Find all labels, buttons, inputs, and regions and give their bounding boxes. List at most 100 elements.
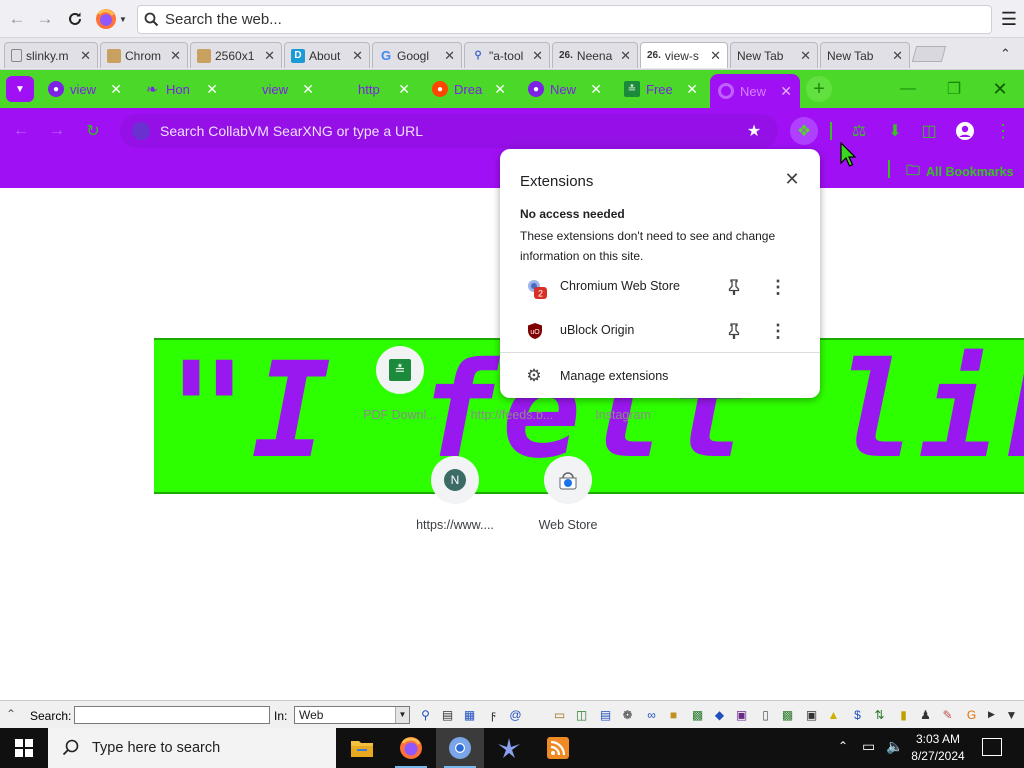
close-icon[interactable]: ✕ <box>590 81 602 98</box>
chromium-tab[interactable]: ❧ Hon ✕ <box>136 74 226 104</box>
rss-feed-icon[interactable] <box>534 728 582 768</box>
chromium-tab[interactable]: ● view ✕ <box>40 74 130 104</box>
close-icon[interactable]: ✕ <box>352 48 363 64</box>
taskbar-search-box[interactable]: Type here to search <box>48 728 336 768</box>
firefox-url-bar[interactable]: Search the web... <box>137 5 992 34</box>
battery-icon[interactable]: ▮ <box>896 707 911 722</box>
shortcut-tile[interactable]: Web Store <box>513 456 623 532</box>
butterfly-icon[interactable]: ❁ <box>620 707 635 722</box>
shortcut-tile[interactable]: N https://www.... <box>400 456 510 532</box>
minimize-icon[interactable]: — <box>896 78 920 100</box>
manage-extensions-button[interactable]: ⚙ Manage extensions <box>500 361 820 391</box>
more-options-icon[interactable]: ⋮ <box>768 319 788 343</box>
close-icon[interactable]: ✕ <box>302 81 314 98</box>
firefox-tab[interactable]: New Tab ✕ <box>730 42 818 68</box>
speaker-muted-icon[interactable]: 🔈 <box>886 738 903 755</box>
close-icon[interactable]: ✕ <box>800 48 811 64</box>
firefox-tab[interactable]: New Tab ✕ <box>820 42 910 68</box>
restore-icon[interactable]: ❐ <box>942 78 966 100</box>
chromium-tab[interactable]: ● New ✕ <box>520 74 610 104</box>
close-icon[interactable]: ✕ <box>444 48 455 64</box>
reload-icon[interactable]: ↻ <box>82 120 104 142</box>
back-arrow-icon[interactable]: ← <box>6 8 28 30</box>
pin-icon[interactable] <box>724 321 744 341</box>
chromium-taskbar-icon[interactable] <box>436 728 484 768</box>
close-icon[interactable]: ✕ <box>686 81 698 98</box>
new-tab-button[interactable] <box>911 46 947 62</box>
diamond-icon[interactable]: ◆ <box>712 707 727 722</box>
folder-icon[interactable]: ▭ <box>552 707 567 722</box>
firefox-tab-active[interactable]: 26. view-s ✕ <box>640 42 728 68</box>
windows-start-icon[interactable] <box>0 728 48 768</box>
close-icon[interactable]: ✕ <box>264 48 275 64</box>
close-icon[interactable]: ✕ <box>80 48 91 64</box>
chromium-tab[interactable]: view ✕ <box>232 74 322 104</box>
close-icon[interactable]: ✕ <box>398 81 410 98</box>
hamburger-menu-icon[interactable]: ☰ <box>998 8 1020 30</box>
shortcut-tile[interactable]: ≛ PDF Downl... <box>345 346 455 422</box>
chevron-right-icon[interactable]: ▶ <box>984 707 999 722</box>
close-icon[interactable]: ✕ <box>710 48 721 64</box>
close-icon[interactable]: ✕ <box>620 48 631 64</box>
document-icon[interactable]: ▤ <box>440 707 455 722</box>
shopping-icon[interactable]: ■ <box>666 707 681 722</box>
book-icon[interactable]: ▣ <box>804 707 819 722</box>
chevron-up-icon[interactable]: ⌃ <box>6 707 16 721</box>
scroll-arrow-icon[interactable]: ▼ <box>1004 707 1019 722</box>
pencil-icon[interactable]: ✎ <box>940 707 955 722</box>
jar-icon[interactable]: ▯ <box>758 707 773 722</box>
back-arrow-icon[interactable]: ← <box>10 120 32 142</box>
firefox-tab[interactable]: slinky.m ✕ <box>4 42 98 68</box>
close-icon[interactable]: ✕ <box>110 81 122 98</box>
chevron-up-icon[interactable]: ⌃ <box>838 739 848 753</box>
pin-icon[interactable] <box>724 277 744 297</box>
bird-app-icon[interactable] <box>485 728 533 768</box>
firefox-tab[interactable]: 2560x1 ✕ <box>190 42 282 68</box>
close-icon[interactable]: ✕ <box>782 169 802 189</box>
extension-item-ublock-origin[interactable]: uO uBlock Origin ⋮ <box>500 311 820 351</box>
dollar-icon[interactable]: $ <box>850 707 865 722</box>
bookmark-star-icon[interactable]: ★ <box>743 120 765 142</box>
chromium-tab-active[interactable]: New ✕ <box>710 74 800 108</box>
lightning-icon[interactable]: ϝ <box>486 707 501 722</box>
firefox-tab[interactable]: ⚲ "a-tool ✕ <box>464 42 550 68</box>
camera-icon[interactable]: ◫ <box>574 707 589 722</box>
image-search-icon[interactable]: ▦ <box>462 707 477 722</box>
firefox-logo-icon[interactable]: ▼ <box>94 8 128 30</box>
chromium-tab[interactable]: ● Drea ✕ <box>424 74 514 104</box>
close-icon[interactable]: ✕ <box>170 48 181 64</box>
cube-icon[interactable]: ▣ <box>734 707 749 722</box>
kebab-menu-icon[interactable]: ⋮ <box>992 120 1014 142</box>
close-icon[interactable]: ✕ <box>206 81 218 98</box>
lightbulb-icon[interactable]: ▲ <box>826 707 841 722</box>
profile-avatar-icon[interactable] <box>954 120 976 142</box>
reload-icon[interactable] <box>64 8 86 30</box>
chevron-up-icon[interactable]: ⌃ <box>1000 46 1011 62</box>
forward-arrow-icon[interactable]: → <box>34 8 56 30</box>
news-icon[interactable]: ▤ <box>598 707 613 722</box>
network-icon[interactable]: ▭ <box>862 738 875 755</box>
notifications-icon[interactable] <box>982 738 1002 756</box>
toolbar-search-input[interactable] <box>74 706 270 724</box>
firefox-tab[interactable]: G Googl ✕ <box>372 42 462 68</box>
taskbar-clock[interactable]: 3:03 AM 8/27/2024 <box>905 731 971 765</box>
film-icon[interactable]: ▩ <box>780 707 795 722</box>
firefox-tab[interactable]: 26. Neena ✕ <box>552 42 638 68</box>
close-icon[interactable]: ✕ <box>532 48 543 64</box>
people-icon[interactable]: ♟ <box>918 707 933 722</box>
at-sign-icon[interactable]: @ <box>508 707 523 722</box>
window-close-icon[interactable]: ✕ <box>988 78 1012 100</box>
firefox-tab[interactable]: Chrom ✕ <box>100 42 188 68</box>
close-icon[interactable]: ✕ <box>494 81 506 98</box>
firefox-taskbar-icon[interactable] <box>387 728 435 768</box>
labs-flask-icon[interactable]: ⚖ <box>848 120 870 142</box>
tab-search-button[interactable]: ▼ <box>6 76 34 102</box>
chart-icon[interactable]: ▩ <box>690 707 705 722</box>
stocks-icon[interactable]: ⇅ <box>872 707 887 722</box>
new-tab-plus-icon[interactable]: + <box>806 76 832 102</box>
search-scope-select[interactable]: Web ▼ <box>294 706 410 724</box>
extension-item-chromium-web-store[interactable]: 2 Chromium Web Store ⋮ <box>500 267 820 307</box>
forward-arrow-icon[interactable]: → <box>46 120 68 142</box>
more-options-icon[interactable]: ⋮ <box>768 275 788 299</box>
close-icon[interactable]: ✕ <box>780 83 792 100</box>
